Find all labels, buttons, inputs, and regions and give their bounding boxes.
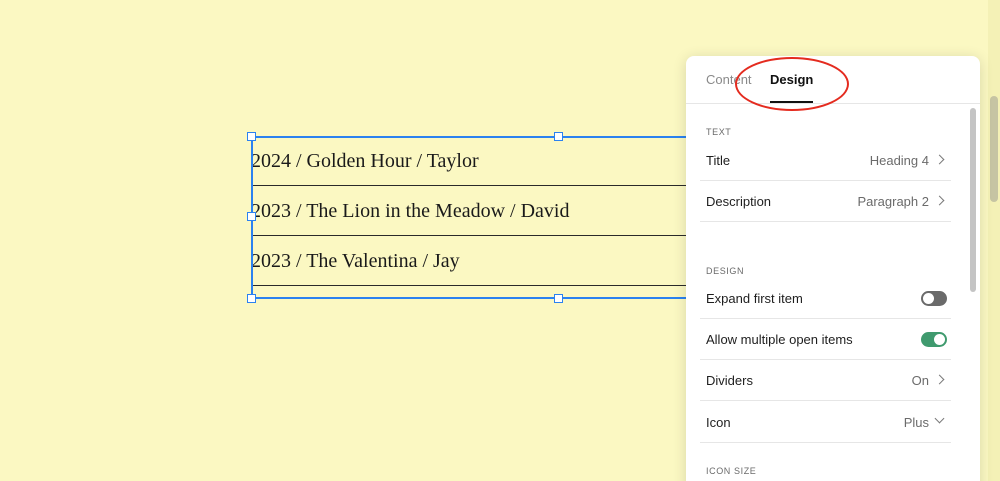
description-style-row[interactable]: Description Paragraph 2 [700, 181, 951, 222]
accordion-item[interactable]: 2023 / The Lion in the Meadow / David [251, 186, 721, 236]
accordion-item-title: 2024 / Golden Hour / Taylor [251, 150, 479, 172]
title-style-row[interactable]: Title Heading 4 [700, 140, 951, 181]
accordion-item[interactable]: 2023 / The Valentina / Jay [251, 236, 721, 286]
chevron-right-icon [934, 154, 945, 165]
accordion-item-title: 2023 / The Lion in the Meadow / David [251, 200, 570, 222]
page-scrollbar-thumb[interactable] [990, 96, 998, 202]
row-value: Heading 4 [869, 153, 929, 168]
resize-handle-bottom[interactable] [554, 294, 563, 303]
section-label-text: TEXT [706, 127, 732, 137]
expand-first-item-toggle[interactable] [921, 291, 947, 306]
dividers-row[interactable]: Dividers On [700, 360, 951, 401]
panel-tabs: Content Design [686, 56, 980, 104]
resize-handle-left[interactable] [247, 212, 256, 221]
icon-row[interactable]: Icon Plus [700, 402, 951, 443]
toggle-knob [923, 293, 934, 304]
toggle-knob [934, 334, 945, 345]
accordion-item[interactable]: 2024 / Golden Hour / Taylor [251, 136, 721, 186]
block-settings-panel: Content Design TEXT Title Heading 4 Desc… [686, 56, 980, 481]
tab-design[interactable]: Design [770, 72, 813, 87]
chevron-right-icon [934, 195, 945, 206]
row-value: Plus [903, 415, 929, 430]
accordion-block[interactable]: 2024 / Golden Hour / Taylor 2023 / The L… [251, 136, 721, 299]
row-label: Allow multiple open items [706, 332, 853, 347]
row-value: Paragraph 2 [857, 194, 929, 209]
allow-multiple-open-toggle[interactable] [921, 332, 947, 347]
chevron-down-icon [934, 413, 945, 424]
expand-first-item-row[interactable]: Expand first item [700, 278, 951, 319]
chevron-right-icon [934, 374, 945, 385]
row-label: Description [706, 194, 772, 209]
resize-handle-bottom-left[interactable] [247, 294, 256, 303]
row-label: Dividers [706, 373, 753, 388]
section-label-design: DESIGN [706, 266, 745, 276]
row-value: On [911, 373, 929, 388]
accordion-item-title: 2023 / The Valentina / Jay [251, 250, 460, 272]
resize-handle-top[interactable] [554, 132, 563, 141]
tab-content[interactable]: Content [706, 72, 752, 87]
row-label: Expand first item [706, 291, 803, 306]
row-label: Icon [706, 415, 731, 430]
panel-scrollbar-thumb[interactable] [970, 108, 976, 292]
row-label: Title [706, 153, 731, 168]
page-scrollbar[interactable] [988, 0, 1000, 481]
section-label-icon-size: ICON SIZE [706, 466, 757, 476]
active-tab-indicator [770, 101, 813, 103]
allow-multiple-open-row[interactable]: Allow multiple open items [700, 319, 951, 360]
resize-handle-top-left[interactable] [247, 132, 256, 141]
